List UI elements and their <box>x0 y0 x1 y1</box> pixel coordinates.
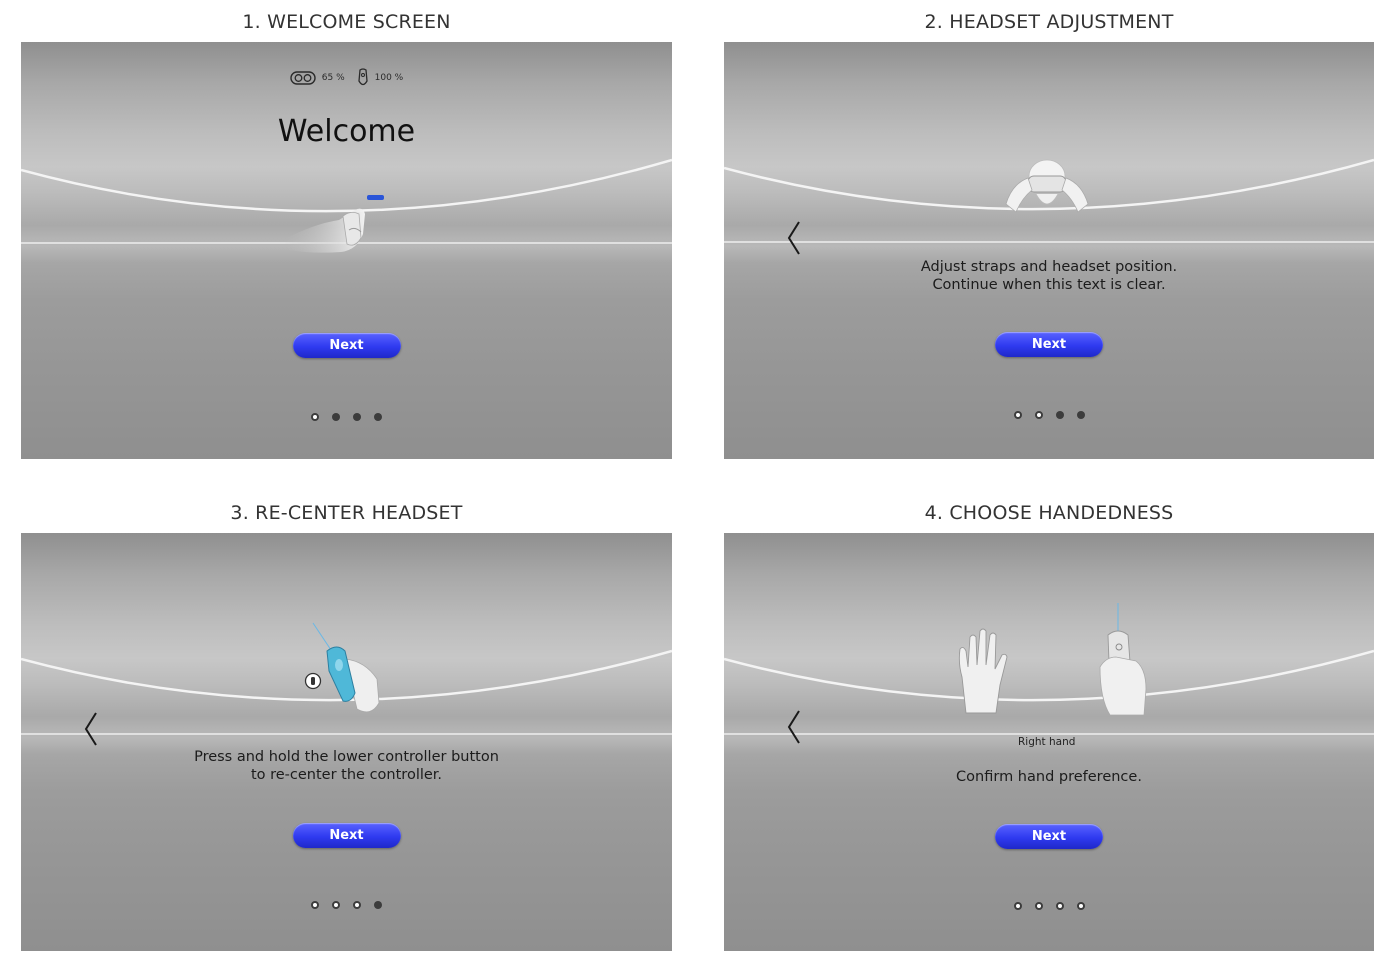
back-chevron-icon[interactable] <box>786 220 802 256</box>
controller-icon <box>357 68 368 86</box>
progress-dot-1 <box>1013 411 1022 419</box>
vr-screen: Adjust straps and headset position. Cont… <box>724 42 1374 459</box>
instruction-line-2: Continue when this text is clear. <box>932 277 1166 293</box>
right-hand-controller-icon[interactable] <box>1092 603 1152 723</box>
controller-battery-text: 100 % <box>374 73 404 83</box>
progress-dot-4 <box>374 901 382 909</box>
progress-dots <box>21 901 672 909</box>
welcome-title: Welcome <box>277 114 416 149</box>
panel-caption: 2. HEADSET ADJUSTMENT <box>924 11 1174 33</box>
hand-label: Right hand <box>1018 736 1076 748</box>
progress-dots <box>724 902 1374 910</box>
horizon-lines <box>724 158 1374 243</box>
vr-screen: Right hand Confirm hand preference. Next <box>724 533 1374 951</box>
panel-caption: 4. CHOOSE HANDEDNESS <box>924 502 1174 524</box>
next-button[interactable]: Next <box>292 333 401 358</box>
progress-dot-4 <box>1076 902 1085 910</box>
vr-screen: Press and hold the lower controller butt… <box>21 533 672 951</box>
instruction-text: Press and hold the lower controller butt… <box>21 748 672 784</box>
recenter-controller-illustration <box>304 622 380 713</box>
progress-dots <box>21 413 672 421</box>
instruction-line-1: Press and hold the lower controller butt… <box>194 749 499 765</box>
progress-dot-1 <box>311 413 319 421</box>
progress-dot-3 <box>1055 902 1064 910</box>
instruction-line-2: to re-center the controller. <box>250 767 443 783</box>
progress-dot-2 <box>1034 902 1043 910</box>
progress-dot-1 <box>1013 902 1022 910</box>
instruction-text: Adjust straps and headset position. Cont… <box>724 258 1374 294</box>
next-button[interactable]: Next <box>995 332 1103 357</box>
progress-dot-3 <box>353 413 361 421</box>
progress-dot-2 <box>332 413 340 421</box>
progress-dot-1 <box>311 901 319 909</box>
panel-choose-handedness: 4. CHOOSE HANDEDNESS Right hand Confirm … <box>724 491 1374 951</box>
progress-dot-4 <box>374 413 382 421</box>
vr-screen: 65 % 100 % Welcome Next <box>21 42 672 459</box>
panel-welcome-screen: 1. WELCOME SCREEN 65 % 100 % Welcome Nex… <box>21 0 672 460</box>
back-chevron-icon[interactable] <box>786 709 802 745</box>
progress-dot-3 <box>353 901 361 909</box>
panel-headset-adjustment: 2. HEADSET ADJUSTMENT Adjust straps and … <box>724 0 1374 460</box>
headset-battery-text: 65 % <box>321 73 345 83</box>
progress-dot-2 <box>1034 411 1043 419</box>
next-button[interactable]: Next <box>995 824 1103 849</box>
battery-status: 65 % 100 % <box>21 68 672 88</box>
panel-re-center-headset: 3. RE-CENTER HEADSET Press and hold the … <box>21 491 672 951</box>
headset-hands-illustration <box>1005 159 1089 213</box>
progress-dots <box>724 411 1374 419</box>
panel-caption: 3. RE-CENTER HEADSET <box>230 502 463 524</box>
hand-controller-illustration <box>283 195 384 253</box>
back-chevron-icon[interactable] <box>83 711 99 747</box>
horizon-lines <box>21 649 672 735</box>
left-hand-icon[interactable] <box>952 627 1016 717</box>
progress-dot-3 <box>1055 411 1064 419</box>
panel-caption: 1. WELCOME SCREEN <box>242 11 451 33</box>
instruction-text: Confirm hand preference. <box>724 768 1374 786</box>
instruction-line-1: Adjust straps and headset position. <box>920 259 1178 275</box>
instruction-line-1: Confirm hand preference. <box>956 769 1142 785</box>
headset-icon <box>290 71 316 85</box>
progress-dot-2 <box>332 901 340 909</box>
next-button[interactable]: Next <box>292 823 401 848</box>
progress-dot-4 <box>1076 411 1085 419</box>
